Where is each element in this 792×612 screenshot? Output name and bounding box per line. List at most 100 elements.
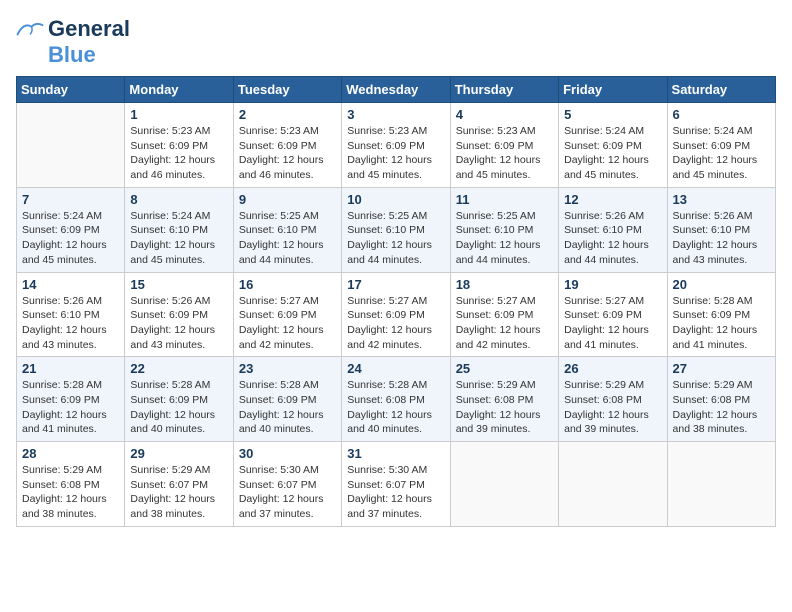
day-info: Sunrise: 5:30 AMSunset: 6:07 PMDaylight:… [239,463,336,522]
day-number: 2 [239,107,336,122]
calendar-cell: 16Sunrise: 5:27 AMSunset: 6:09 PMDayligh… [233,272,341,357]
day-number: 14 [22,277,119,292]
calendar-cell: 1 Sunrise: 5:23 AMSunset: 6:09 PMDaylight… [125,103,233,188]
day-number: 26 [564,361,661,376]
day-info: Sunrise: 5:27 AMSunset: 6:09 PMDaylight:… [456,294,553,353]
day-info: Sunrise: 5:23 AMSunset: 6:09 PMDaylight:… [347,124,444,183]
calendar-cell [17,103,125,188]
day-info: Sunrise: 5:29 AMSunset: 6:07 PMDaylight:… [130,463,227,522]
day-number: 17 [347,277,444,292]
calendar-cell: 7 Sunrise: 5:24 AMSunset: 6:09 PMDaylight… [17,187,125,272]
day-info: Sunrise: 5:25 AMSunset: 6:10 PMDaylight:… [347,209,444,268]
day-number: 19 [564,277,661,292]
day-number: 12 [564,192,661,207]
calendar-header-tuesday: Tuesday [233,77,341,103]
day-info: Sunrise: 5:29 AMSunset: 6:08 PMDaylight:… [673,378,770,437]
calendar-cell: 10 Sunrise: 5:25 AMSunset: 6:10 PMDayligh… [342,187,450,272]
day-info: Sunrise: 5:26 AMSunset: 6:09 PMDaylight:… [130,294,227,353]
calendar-cell: 5 Sunrise: 5:24 AMSunset: 6:09 PMDaylight… [559,103,667,188]
day-number: 22 [130,361,227,376]
calendar-cell: 14 Sunrise: 5:26 AMSunset: 6:10 PMDayligh… [17,272,125,357]
calendar-cell: 3 Sunrise: 5:23 AMSunset: 6:09 PMDaylight… [342,103,450,188]
calendar-cell: 4 Sunrise: 5:23 AMSunset: 6:09 PMDaylight… [450,103,558,188]
day-info: Sunrise: 5:30 AMSunset: 6:07 PMDaylight:… [347,463,444,522]
day-number: 15 [130,277,227,292]
calendar-cell: 31 Sunrise: 5:30 AMSunset: 6:07 PMDayligh… [342,442,450,527]
calendar-cell: 18 Sunrise: 5:27 AMSunset: 6:09 PMDayligh… [450,272,558,357]
calendar-week-row: 7 Sunrise: 5:24 AMSunset: 6:09 PMDaylight… [17,187,776,272]
day-info: Sunrise: 5:25 AMSunset: 6:10 PMDaylight:… [239,209,336,268]
calendar-cell [559,442,667,527]
calendar-header-friday: Friday [559,77,667,103]
day-info: Sunrise: 5:25 AMSunset: 6:10 PMDaylight:… [456,209,553,268]
day-number: 9 [239,192,336,207]
day-info: Sunrise: 5:24 AMSunset: 6:09 PMDaylight:… [673,124,770,183]
calendar-cell: 30 Sunrise: 5:30 AMSunset: 6:07 PMDayligh… [233,442,341,527]
day-info: Sunrise: 5:29 AMSunset: 6:08 PMDaylight:… [564,378,661,437]
calendar-cell [450,442,558,527]
calendar-cell [667,442,775,527]
day-number: 10 [347,192,444,207]
calendar-cell: 26 Sunrise: 5:29 AMSunset: 6:08 PMDayligh… [559,357,667,442]
day-number: 25 [456,361,553,376]
calendar-cell: 2 Sunrise: 5:23 AMSunset: 6:09 PMDaylight… [233,103,341,188]
day-info: Sunrise: 5:29 AMSunset: 6:08 PMDaylight:… [456,378,553,437]
day-number: 1 [130,107,227,122]
day-info: Sunrise: 5:24 AMSunset: 6:09 PMDaylight:… [564,124,661,183]
day-number: 6 [673,107,770,122]
day-info: Sunrise: 5:23 AMSunset: 6:09 PMDaylight:… [456,124,553,183]
day-number: 5 [564,107,661,122]
day-number: 3 [347,107,444,122]
logo: General Blue [16,16,130,68]
calendar-cell: 8 Sunrise: 5:24 AMSunset: 6:10 PMDaylight… [125,187,233,272]
calendar-table: SundayMondayTuesdayWednesdayThursdayFrid… [16,76,776,527]
day-number: 13 [673,192,770,207]
day-info: Sunrise: 5:23 AMSunset: 6:09 PMDaylight:… [130,124,227,183]
day-number: 29 [130,446,227,461]
calendar-header-thursday: Thursday [450,77,558,103]
day-number: 24 [347,361,444,376]
logo-general: General [48,16,130,42]
calendar-cell: 11 Sunrise: 5:25 AMSunset: 6:10 PMDayligh… [450,187,558,272]
day-info: Sunrise: 5:24 AMSunset: 6:10 PMDaylight:… [130,209,227,268]
day-info: Sunrise: 5:26 AMSunset: 6:10 PMDaylight:… [22,294,119,353]
day-number: 27 [673,361,770,376]
calendar-cell: 19 Sunrise: 5:27 AMSunset: 6:09 PMDayligh… [559,272,667,357]
day-info: Sunrise: 5:29 AMSunset: 6:08 PMDaylight:… [22,463,119,522]
day-number: 4 [456,107,553,122]
calendar-cell: 28Sunrise: 5:29 AMSunset: 6:08 PMDayligh… [17,442,125,527]
day-number: 31 [347,446,444,461]
calendar-header-wednesday: Wednesday [342,77,450,103]
day-number: 7 [22,192,119,207]
calendar-week-row: 21Sunrise: 5:28 AMSunset: 6:09 PMDayligh… [17,357,776,442]
day-info: Sunrise: 5:28 AMSunset: 6:09 PMDaylight:… [239,378,336,437]
calendar-cell: 15 Sunrise: 5:26 AMSunset: 6:09 PMDayligh… [125,272,233,357]
day-info: Sunrise: 5:28 AMSunset: 6:09 PMDaylight:… [673,294,770,353]
day-number: 18 [456,277,553,292]
calendar-header-monday: Monday [125,77,233,103]
calendar-cell: 25 Sunrise: 5:29 AMSunset: 6:08 PMDayligh… [450,357,558,442]
day-number: 8 [130,192,227,207]
calendar-cell: 24Sunrise: 5:28 AMSunset: 6:08 PMDayligh… [342,357,450,442]
calendar-cell: 12 Sunrise: 5:26 AMSunset: 6:10 PMDayligh… [559,187,667,272]
calendar-week-row: 14 Sunrise: 5:26 AMSunset: 6:10 PMDayligh… [17,272,776,357]
day-number: 30 [239,446,336,461]
day-info: Sunrise: 5:23 AMSunset: 6:09 PMDaylight:… [239,124,336,183]
day-info: Sunrise: 5:26 AMSunset: 6:10 PMDaylight:… [564,209,661,268]
day-info: Sunrise: 5:27 AMSunset: 6:09 PMDaylight:… [564,294,661,353]
day-info: Sunrise: 5:24 AMSunset: 6:09 PMDaylight:… [22,209,119,268]
calendar-header-sunday: Sunday [17,77,125,103]
logo-blue: Blue [48,42,96,68]
page-header: General Blue [16,16,776,68]
calendar-cell: 29 Sunrise: 5:29 AMSunset: 6:07 PMDayligh… [125,442,233,527]
calendar-cell: 21Sunrise: 5:28 AMSunset: 6:09 PMDayligh… [17,357,125,442]
day-info: Sunrise: 5:27 AMSunset: 6:09 PMDaylight:… [347,294,444,353]
calendar-cell: 6 Sunrise: 5:24 AMSunset: 6:09 PMDaylight… [667,103,775,188]
logo-bird-icon [16,20,44,38]
day-info: Sunrise: 5:28 AMSunset: 6:09 PMDaylight:… [130,378,227,437]
day-number: 23 [239,361,336,376]
day-number: 16 [239,277,336,292]
calendar-header-saturday: Saturday [667,77,775,103]
calendar-cell: 27 Sunrise: 5:29 AMSunset: 6:08 PMDayligh… [667,357,775,442]
day-number: 11 [456,192,553,207]
